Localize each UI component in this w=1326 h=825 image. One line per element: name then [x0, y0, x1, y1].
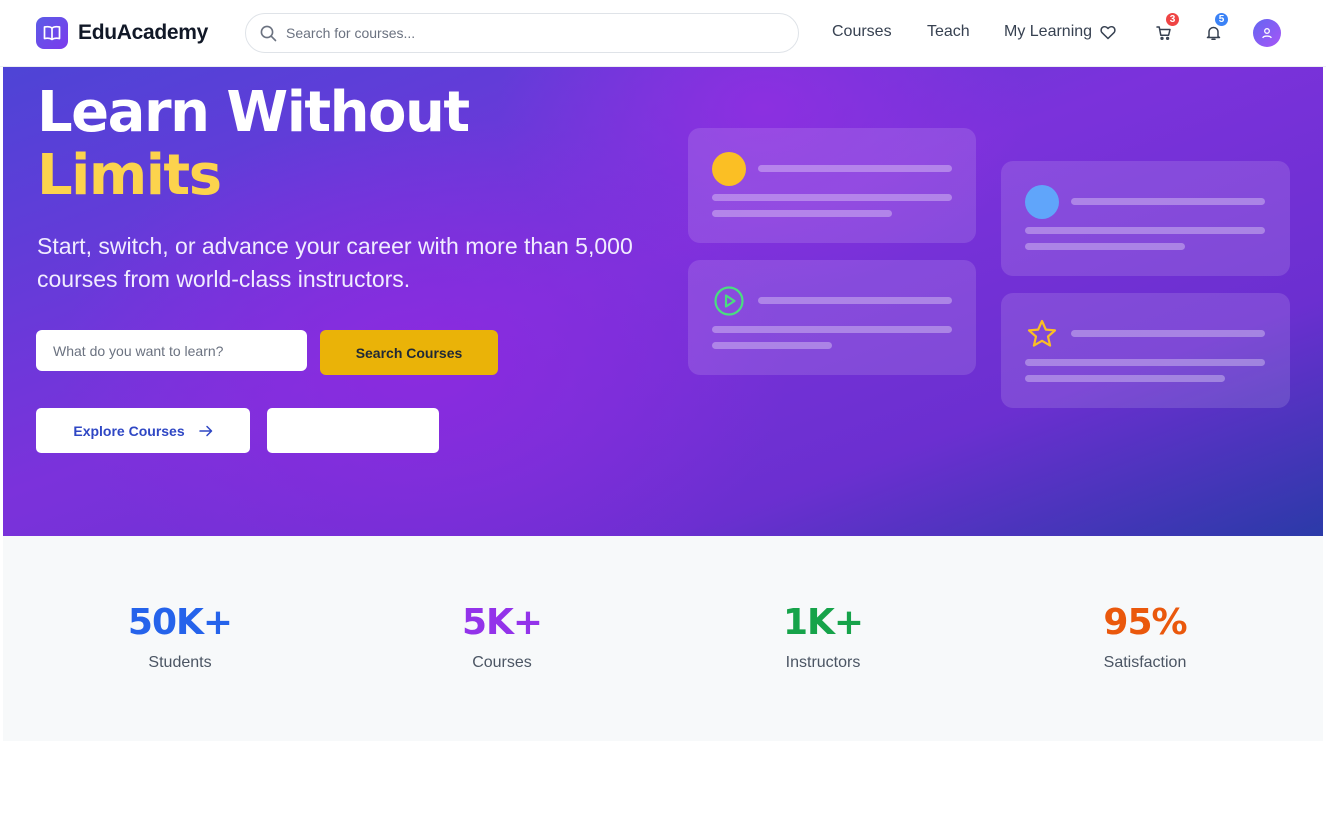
illustration-card-3 [688, 260, 976, 375]
book-open-icon [36, 17, 68, 49]
hero-subtitle: Start, switch, or advance your career wi… [37, 233, 633, 292]
hero-section: Learn Without Limits Start, switch, or a… [3, 67, 1323, 536]
hero-search-input[interactable] [36, 330, 307, 371]
stat-label: Satisfaction [1103, 654, 1187, 671]
nav-link-teach-label: Teach [927, 23, 970, 40]
stat-instructors: 1K+ Instructors [723, 602, 923, 672]
nav-link-courses-label: Courses [832, 23, 892, 40]
yellow-circle-icon [712, 152, 746, 186]
hero-title-line1: Learn Without [37, 80, 470, 145]
search-courses-label: Search Courses [355, 344, 463, 361]
cart-button[interactable]: 3 [1151, 11, 1181, 46]
play-circle-icon [712, 284, 746, 318]
stat-value: 50K+ [127, 602, 233, 643]
hero-title: Learn Without Limits [37, 80, 470, 208]
nav-link-courses[interactable]: Courses [832, 23, 892, 41]
stats-section: 50K+ Students 5K+ Courses 1K+ Instructor… [3, 536, 1323, 741]
stat-courses: 5K+ Courses [402, 602, 602, 672]
stat-label: Courses [472, 654, 532, 671]
nav-link-teach[interactable]: Teach [927, 23, 970, 41]
hero-title-line2: Limits [37, 143, 222, 208]
user-avatar[interactable] [1253, 19, 1281, 47]
stat-value: 95% [1103, 602, 1187, 643]
illustration-card-4 [1001, 293, 1290, 408]
illustration-card-1 [688, 128, 976, 243]
stat-label: Students [148, 654, 212, 671]
brand-name: EduAcademy [78, 21, 209, 44]
stat-label: Instructors [785, 654, 861, 671]
illustration-card-2 [1001, 161, 1290, 276]
cart-count-badge: 3 [1164, 11, 1181, 28]
stat-value: 5K+ [461, 602, 543, 643]
search-courses-button[interactable]: Search Courses [320, 330, 498, 375]
explore-courses-label: Explore Courses [73, 422, 185, 439]
user-icon [1262, 28, 1272, 39]
header-search[interactable] [245, 13, 799, 53]
nav-link-my-learning-label: My Learning [1004, 23, 1093, 40]
stat-students: 50K+ Students [80, 602, 280, 672]
secondary-hero-button[interactable] [267, 408, 439, 453]
stat-value: 1K+ [782, 602, 864, 643]
nav-link-my-learning[interactable]: My Learning [1004, 23, 1116, 41]
brand-logo[interactable]: EduAcademy [36, 17, 208, 49]
stat-satisfaction: 95% Satisfaction [1045, 602, 1245, 672]
star-icon [1025, 317, 1059, 351]
header-search-input[interactable] [286, 25, 766, 41]
heart-icon [1100, 25, 1116, 39]
notification-count-badge: 5 [1213, 11, 1230, 28]
arrow-right-icon [198, 425, 212, 436]
blue-circle-icon [1025, 185, 1059, 219]
explore-courses-button[interactable]: Explore Courses [36, 408, 250, 453]
notifications-button[interactable]: 5 [1200, 11, 1230, 46]
navbar: EduAcademy Courses Teach My Learning 3 5 [0, 0, 1326, 67]
search-icon [260, 25, 277, 41]
